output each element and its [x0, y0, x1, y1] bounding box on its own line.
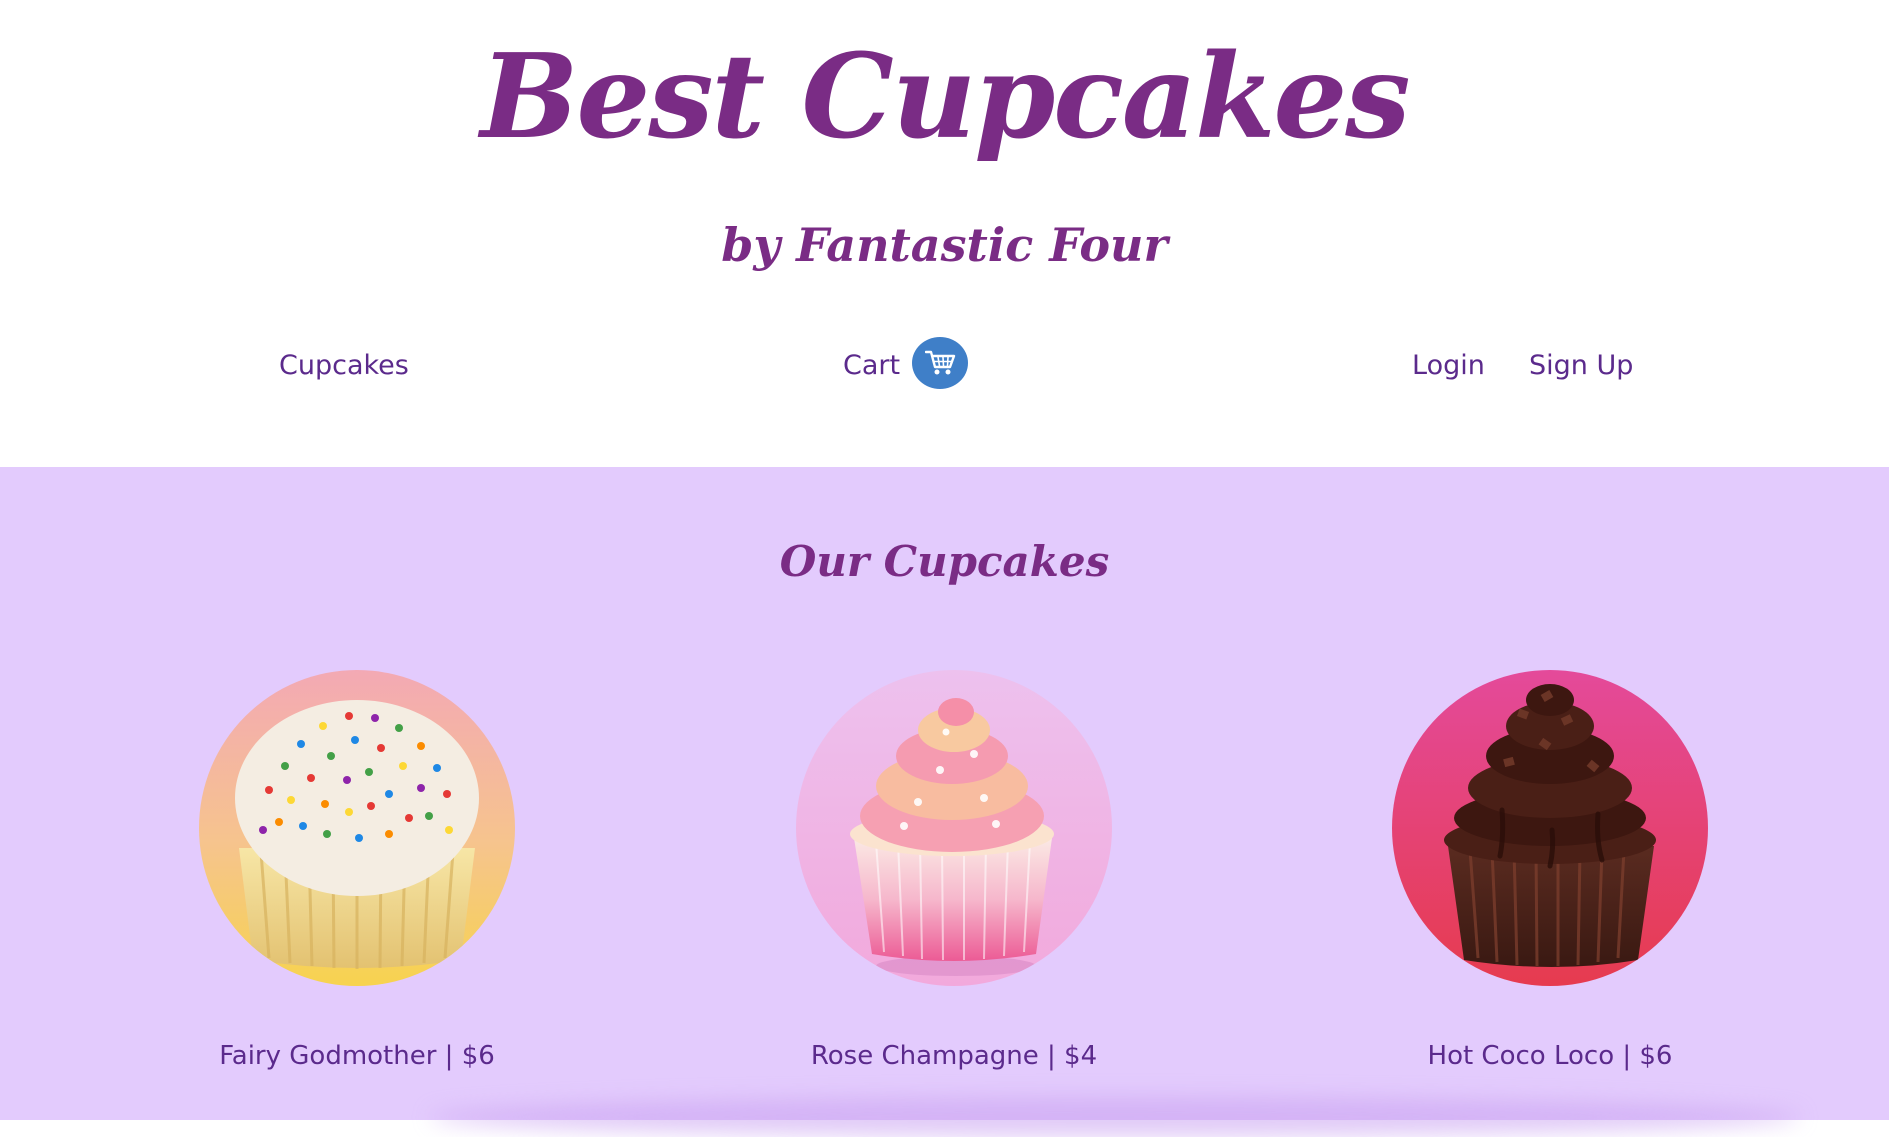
- cupcake-image[interactable]: [199, 670, 515, 986]
- cupcake-image[interactable]: [796, 670, 1112, 986]
- product-label[interactable]: Fairy Godmother | $6: [147, 1038, 567, 1074]
- shopping-cart-icon: [925, 350, 956, 375]
- nav-cart-link[interactable]: Cart: [843, 348, 900, 384]
- cupcake-image[interactable]: [1392, 670, 1708, 986]
- cart-button[interactable]: [912, 337, 968, 389]
- product-card-hot-coco-loco[interactable]: Hot Coco Loco | $6: [1340, 670, 1760, 1090]
- nav-login-link[interactable]: Login: [1412, 348, 1485, 384]
- product-label[interactable]: Hot Coco Loco | $6: [1340, 1038, 1760, 1074]
- section-title: Our Cupcakes: [779, 537, 1110, 586]
- site-header: Best Cupcakes by Fantastic Four Cupcakes…: [0, 0, 1889, 467]
- product-card-rose-champagne[interactable]: Rose Champagne | $4: [744, 670, 1164, 1090]
- site-title: Best Cupcakes: [480, 29, 1410, 165]
- product-label[interactable]: Rose Champagne | $4: [744, 1038, 1164, 1074]
- nav-cupcakes-link[interactable]: Cupcakes: [279, 348, 409, 384]
- site-subtitle: by Fantastic Four: [721, 218, 1168, 272]
- product-card-fairy-godmother[interactable]: Fairy Godmother | $6: [147, 670, 567, 1090]
- bottom-shadow: [430, 1097, 1800, 1137]
- cupcakes-section: Our Cupcakes Fairy Godmother | $6 Rose C…: [0, 467, 1889, 1137]
- nav-signup-link[interactable]: Sign Up: [1529, 348, 1633, 384]
